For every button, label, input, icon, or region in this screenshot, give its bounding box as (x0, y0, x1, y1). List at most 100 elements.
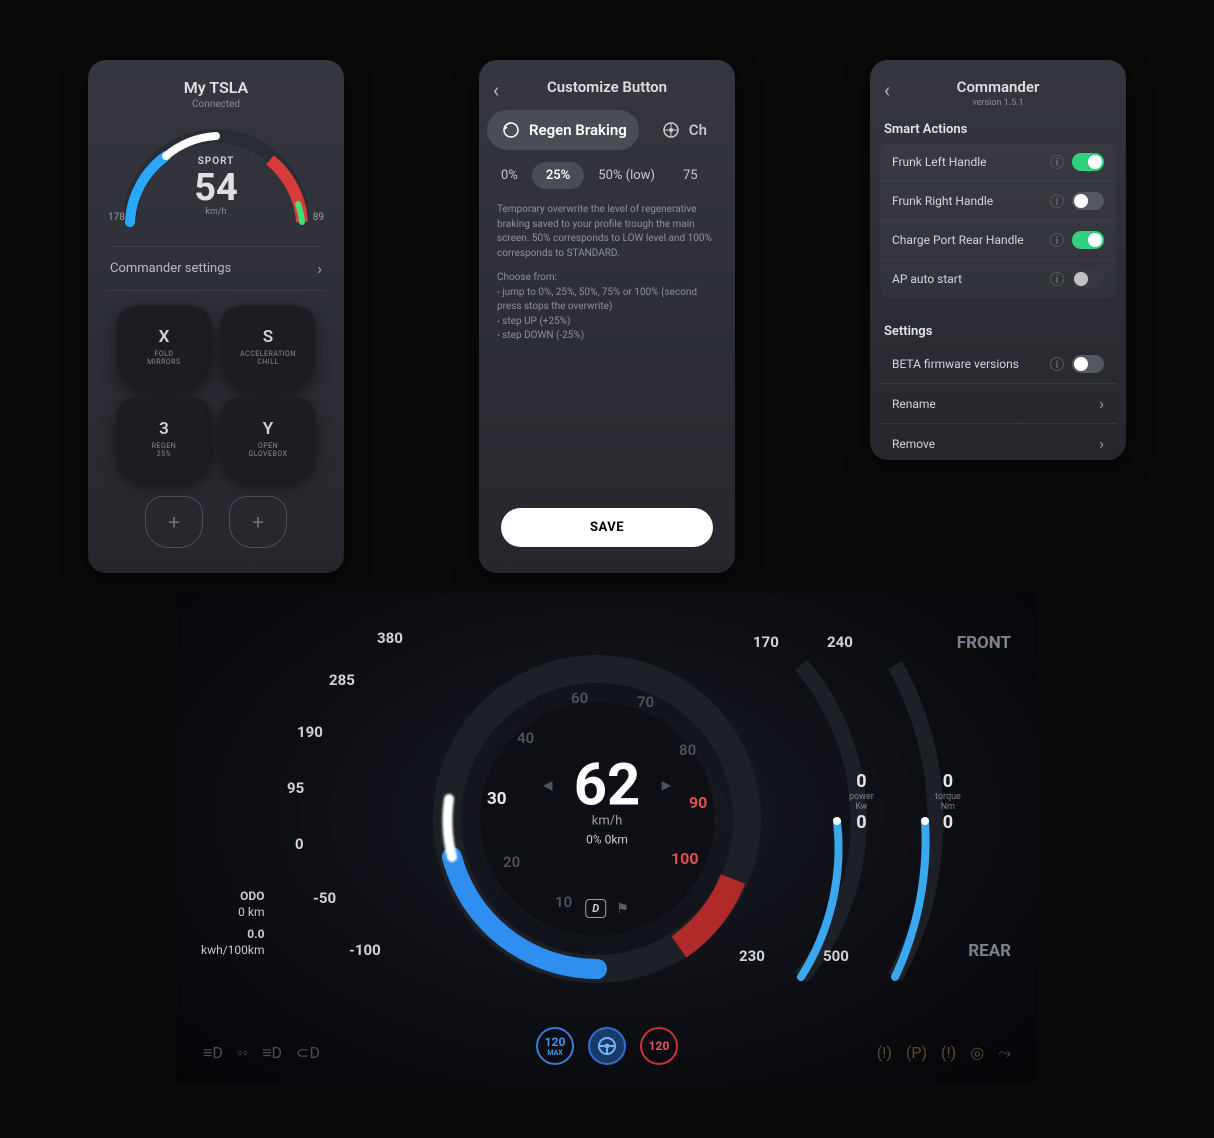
shortcut-label: REGEN25% (152, 442, 177, 458)
row-frunk-right[interactable]: Frunk Right Handle i (880, 182, 1116, 221)
gauge-min: 178 (108, 212, 125, 223)
inner-num: 40 (517, 729, 534, 747)
option-25[interactable]: 25% (532, 162, 584, 189)
label-front: FRONT (957, 633, 1011, 653)
toggle-charge-port[interactable] (1072, 231, 1104, 249)
scale-num: -50 (313, 889, 336, 907)
info-icon[interactable]: i (1050, 194, 1064, 208)
panel-my-tsla: My TSLA Connected SPORT 54 km/h 178 89 C… (88, 60, 344, 573)
label-rear: REAR (968, 941, 1011, 961)
add-shortcut-button[interactable]: + (229, 496, 287, 548)
scale-num: 380 (377, 629, 403, 647)
inner-num: 20 (503, 853, 520, 871)
row-frunk-left[interactable]: Frunk Left Handle i (880, 143, 1116, 182)
add-shortcut-button[interactable]: + (145, 496, 203, 548)
checkered-flag-icon: ⚑ (616, 901, 629, 917)
shortcut-button-s[interactable]: S ACCELERATIONCHILL (220, 305, 316, 388)
odo-block: ODO 0 km 0.0 kwh/100km (201, 889, 265, 959)
shortcut-button-x[interactable]: X FOLDMIRRORS (116, 305, 212, 388)
gauge-max: 89 (313, 212, 324, 223)
row-rename[interactable]: Rename › (880, 384, 1116, 424)
row-ap-autostart[interactable]: AP auto start i (880, 260, 1116, 298)
shortcut-label: OPENGLOVEBOX (249, 442, 288, 458)
gear-indicator: D (585, 899, 606, 918)
inner-num: 30 (487, 789, 507, 809)
torque-unit: Nm (935, 802, 961, 812)
scale-num: 240 (827, 633, 853, 651)
tab-label-partial: Ch (689, 121, 707, 139)
scale-num: 170 (753, 633, 779, 651)
row-remove[interactable]: Remove › (880, 424, 1116, 460)
toggle-beta[interactable] (1072, 355, 1104, 373)
back-button[interactable]: ‹ (493, 78, 499, 102)
commander-settings-row[interactable]: Commander settings › (108, 246, 324, 291)
chevron-right-icon: › (317, 259, 322, 278)
shortcut-label: ACCELERATIONCHILL (240, 350, 296, 366)
arrow-left-icon: ◄ (540, 775, 556, 795)
panel-commander: ‹ Commander version 1.5.1 Smart Actions … (870, 60, 1126, 460)
steering-wheel-button[interactable] (588, 1027, 626, 1065)
shortcut-key: X (159, 327, 170, 347)
power-value-top: 0 (849, 771, 874, 792)
settings-row-label: Commander settings (110, 261, 231, 276)
inner-num-red: 100 (671, 849, 699, 868)
torque-label: torque (935, 792, 961, 802)
back-button[interactable]: ‹ (884, 78, 890, 102)
toggle-frunk-right[interactable] (1072, 192, 1104, 210)
power-value-bot: 0 (849, 812, 874, 833)
inner-num-red: 90 (689, 793, 707, 812)
info-icon[interactable]: i (1050, 155, 1064, 169)
power-label: power (849, 792, 874, 802)
option-0[interactable]: 0% (487, 162, 532, 189)
scale-num: 0 (295, 835, 304, 853)
inner-num: 10 (555, 893, 572, 911)
shortcut-key: 3 (159, 419, 169, 439)
speed-limit-max-button[interactable]: 120 MAX (536, 1027, 574, 1065)
page-title: Customize Button (547, 78, 667, 96)
toggle-frunk-left[interactable] (1072, 153, 1104, 171)
page-title: Commander (957, 78, 1040, 96)
chevron-right-icon: › (1099, 394, 1104, 413)
info-icon[interactable]: i (1050, 357, 1064, 371)
row-beta[interactable]: BETA firmware versions i (880, 345, 1116, 384)
regen-icon (499, 118, 523, 142)
chevron-right-icon: › (1099, 434, 1104, 453)
tab-next[interactable]: Ch (647, 110, 719, 150)
speed-limit-set-button[interactable]: 120 (640, 1027, 678, 1065)
speed-gauge: SPORT 54 km/h 178 89 (88, 116, 344, 236)
shortcut-button-3[interactable]: 3 REGEN25% (116, 396, 212, 479)
info-icon[interactable]: i (1050, 233, 1064, 247)
scale-num: 500 (823, 947, 849, 965)
dash-speed: 62 (574, 751, 641, 819)
info-icon[interactable]: i (1050, 272, 1064, 286)
option-50[interactable]: 50% (low) (584, 162, 669, 189)
tab-regen-braking[interactable]: Regen Braking (487, 110, 639, 150)
scale-num: 95 (287, 779, 304, 797)
scale-num: 190 (297, 723, 323, 741)
option-row: 0% 25% 50% (low) 75 (479, 150, 735, 189)
toggle-ap-autostart[interactable] (1072, 270, 1104, 288)
inner-num: 60 (571, 689, 588, 707)
steering-wheel-icon (597, 1036, 617, 1056)
connection-status: Connected (88, 99, 344, 110)
shortcut-label: FOLDMIRRORS (147, 350, 180, 366)
power-unit: Kw (849, 802, 874, 812)
shortcut-button-y[interactable]: Y OPENGLOVEBOX (220, 396, 316, 479)
inner-num: 70 (637, 693, 654, 711)
app-title: My TSLA (88, 78, 344, 97)
speed-value: 54 (194, 169, 238, 207)
inner-num: 80 (679, 741, 696, 759)
save-button[interactable]: SAVE (501, 508, 713, 547)
row-charge-port[interactable]: Charge Port Rear Handle i (880, 221, 1116, 260)
description-text: Temporary overwrite the level of regener… (479, 189, 735, 344)
wheel-icon (659, 118, 683, 142)
tab-label: Regen Braking (529, 121, 627, 139)
section-settings: Settings (870, 314, 1126, 345)
dashboard-widescreen: 380 285 190 95 0 -50 -100 60 40 30 20 10… (177, 593, 1037, 1083)
option-75-partial[interactable]: 75 (669, 162, 712, 189)
torque-value-bot: 0 (935, 812, 961, 833)
dash-subinfo: 0% 0km (574, 832, 641, 846)
panel-customize-button: ‹ Customize Button Regen Braking Ch 0% 2… (479, 60, 735, 573)
shortcut-key: S (263, 327, 273, 347)
arrow-right-icon: ► (658, 775, 674, 795)
